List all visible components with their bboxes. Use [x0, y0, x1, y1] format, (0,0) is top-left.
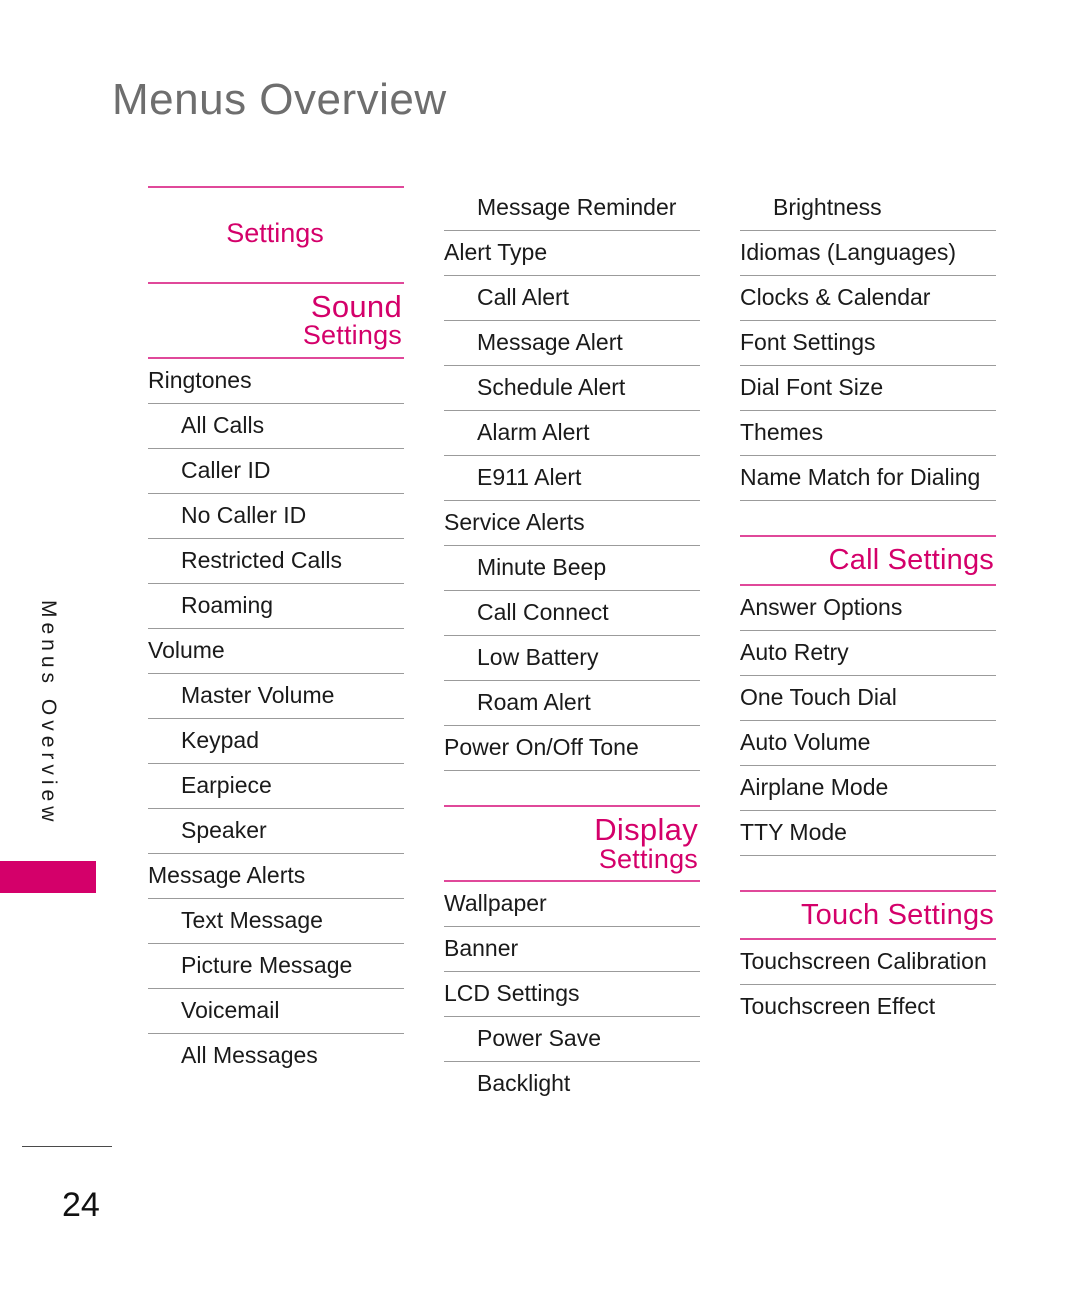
menu-item[interactable]: Alert Type	[444, 231, 700, 275]
menu-item[interactable]: Service Alerts	[444, 501, 700, 545]
menu-item[interactable]: Power Save	[444, 1017, 700, 1061]
section-heading-line1: Sound	[310, 288, 402, 324]
page-number: 24	[62, 1186, 100, 1224]
menu-item[interactable]: Name Match for Dialing	[740, 456, 996, 500]
menu-item[interactable]: Speaker	[148, 809, 404, 853]
menu-item[interactable]: E911 Alert	[444, 456, 700, 500]
section-heading-line2: Settings	[598, 843, 698, 874]
menu-item[interactable]: TTY Mode	[740, 811, 996, 855]
menu-item[interactable]: Backlight	[444, 1062, 700, 1106]
menu-item[interactable]: Earpiece	[148, 764, 404, 808]
menu-item[interactable]: All Calls	[148, 404, 404, 448]
menu-item[interactable]: Text Message	[148, 899, 404, 943]
menu-item[interactable]: Touchscreen Calibration	[740, 940, 996, 984]
column-2: Message Reminder Alert Type Call Alert Mess…	[444, 186, 700, 1106]
section-heading-line1: Display	[594, 812, 698, 847]
menu-item[interactable]: One Touch Dial	[740, 676, 996, 720]
menu-item[interactable]: Ringtones	[148, 359, 404, 403]
menu-item[interactable]: LCD Settings	[444, 972, 700, 1016]
menu-item[interactable]: Call Connect	[444, 591, 700, 635]
menu-item[interactable]: Roam Alert	[444, 681, 700, 725]
menu-item[interactable]: Brightness	[740, 186, 996, 230]
menu-item[interactable]: Message Alerts	[148, 854, 404, 898]
menu-item[interactable]: Restricted Calls	[148, 539, 404, 583]
menu-item[interactable]: All Messages	[148, 1034, 404, 1078]
side-tab: Menus Overview	[0, 600, 96, 930]
menu-item[interactable]: Themes	[740, 411, 996, 455]
column-3: Brightness Idiomas (Languages) Clocks & Ca…	[740, 186, 996, 1106]
section-heading: Settings	[226, 218, 324, 248]
menu-item[interactable]: Minute Beep	[444, 546, 700, 590]
column-1: Settings Sound Settings Ringtones All Calls C…	[148, 186, 404, 1106]
menu-item[interactable]: Clocks & Calendar	[740, 276, 996, 320]
menu-item[interactable]: Banner	[444, 927, 700, 971]
menu-item[interactable]: Alarm Alert	[444, 411, 700, 455]
menu-item[interactable]: Voicemail	[148, 989, 404, 1033]
menu-item[interactable]: Airplane Mode	[740, 766, 996, 810]
menu-columns: Settings Sound Settings Ringtones All Calls C…	[148, 186, 996, 1106]
menu-item[interactable]: Schedule Alert	[444, 366, 700, 410]
menu-item[interactable]: Answer Options	[740, 586, 996, 630]
menu-item[interactable]: Low Battery	[444, 636, 700, 680]
section-heading: Sound Settings	[148, 284, 404, 357]
menu-item[interactable]: Volume	[148, 629, 404, 673]
section-heading: Call Settings	[828, 544, 994, 576]
menu-item[interactable]: Power On/Off Tone	[444, 726, 700, 770]
menu-item[interactable]: Message Reminder	[444, 186, 700, 230]
page-title: Menus Overview	[112, 75, 447, 124]
menu-item[interactable]: Picture Message	[148, 944, 404, 988]
menu-item[interactable]: Caller ID	[148, 449, 404, 493]
menu-item[interactable]: Keypad	[148, 719, 404, 763]
menu-item[interactable]: Call Alert	[444, 276, 700, 320]
menu-item[interactable]: Wallpaper	[444, 882, 700, 926]
menu-item[interactable]: Font Settings	[740, 321, 996, 365]
menu-item[interactable]: Auto Retry	[740, 631, 996, 675]
menu-item[interactable]: Auto Volume	[740, 721, 996, 765]
section-heading-line2: Settings	[302, 320, 402, 351]
side-tab-label: Menus Overview	[37, 600, 60, 827]
menu-item[interactable]: Idiomas (Languages)	[740, 231, 996, 275]
side-tab-color-block	[0, 861, 96, 893]
menu-item[interactable]: Message Alert	[444, 321, 700, 365]
menu-item[interactable]: Dial Font Size	[740, 366, 996, 410]
menu-item[interactable]: No Caller ID	[148, 494, 404, 538]
menu-item[interactable]: Touchscreen Effect	[740, 985, 996, 1029]
section-heading: Display Settings	[444, 807, 700, 880]
menu-item[interactable]: Roaming	[148, 584, 404, 628]
section-heading: Touch Settings	[800, 898, 994, 931]
footer-divider	[22, 1146, 112, 1147]
menu-item[interactable]: Master Volume	[148, 674, 404, 718]
